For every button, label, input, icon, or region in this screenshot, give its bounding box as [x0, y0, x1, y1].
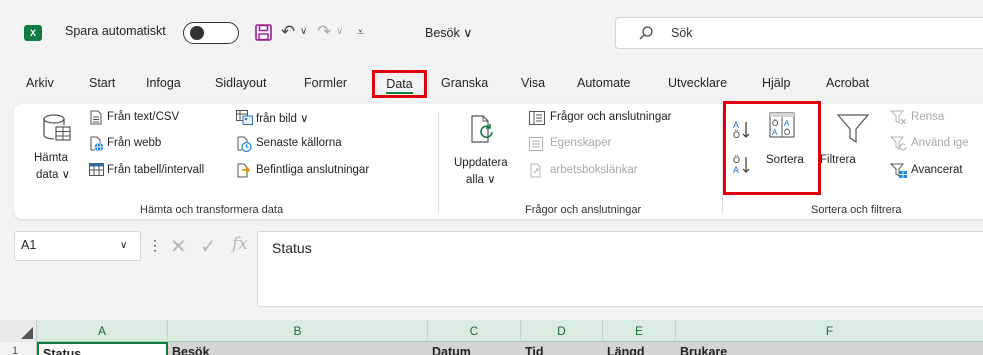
autosave-label: Spara automatiskt	[65, 24, 166, 38]
existing-connections-icon	[237, 163, 251, 178]
group-separator	[438, 112, 439, 214]
column-headers: A B C D E F	[0, 320, 983, 342]
formula-content: Status	[272, 240, 312, 256]
undo-icon[interactable]: ↶	[281, 19, 295, 45]
more-options-icon[interactable]: ⋮	[148, 237, 162, 254]
properties-button[interactable]: Egenskaper	[550, 137, 611, 149]
cell-a1[interactable]: Status	[37, 342, 168, 355]
select-all-button[interactable]	[0, 320, 37, 342]
row-header-1[interactable]: 1	[0, 342, 37, 355]
cell-f1[interactable]: Brukare	[676, 342, 983, 355]
queries-connections-icon	[529, 111, 545, 125]
group-label-queries: Frågor och anslutningar	[525, 204, 642, 216]
reapply-button[interactable]: Använd ige	[911, 137, 969, 149]
excel-icon: X	[24, 25, 42, 41]
ribbon: Hämta data ∨ Från text/CSV Från webb Frå…	[14, 104, 983, 219]
chevron-down-icon[interactable]: ∨	[120, 240, 127, 251]
search-icon	[639, 26, 653, 40]
spreadsheet-grid: A B C D E F 1 Status Besök Datum Tid Län…	[0, 320, 983, 355]
table-row: 1 Status Besök Datum Tid Längd Brukare	[0, 342, 983, 355]
formula-input[interactable]: Status	[257, 231, 983, 307]
undo-dropdown-icon[interactable]: ∨	[300, 19, 307, 45]
advanced-filter-icon	[890, 163, 907, 178]
text-file-icon	[90, 110, 102, 125]
recent-sources-button[interactable]: Senaste källorna	[256, 137, 342, 149]
insert-function-icon[interactable]: fx	[232, 234, 248, 254]
queries-connections-button[interactable]: Frågor och anslutningar	[550, 111, 671, 123]
tab-hjalp[interactable]: Hjälp	[762, 76, 791, 90]
title-bar: X Spara automatiskt ↶ ∨ ↷ ∨ ⩡ Besök ∨ Sö…	[0, 0, 983, 52]
cancel-icon[interactable]: ✕	[170, 234, 187, 259]
clear-filter-icon	[890, 110, 907, 125]
autosave-toggle[interactable]	[183, 22, 239, 44]
customize-qat-icon[interactable]: ⩡	[357, 19, 364, 45]
database-icon	[43, 114, 71, 141]
refresh-all-button[interactable]: Uppdatera	[454, 157, 508, 169]
clear-filter-button[interactable]: Rensa	[911, 111, 944, 123]
search-placeholder: Sök	[671, 26, 693, 40]
cell-e1[interactable]: Längd	[603, 342, 676, 355]
from-picture-button[interactable]: från bild ∨	[256, 111, 309, 125]
tab-granska[interactable]: Granska	[441, 76, 488, 90]
get-data-dropdown[interactable]: data ∨	[36, 167, 70, 181]
column-header-f[interactable]: F	[676, 320, 983, 342]
cell-b1[interactable]: Besök	[168, 342, 428, 355]
properties-icon	[529, 137, 543, 151]
cell-c1[interactable]: Datum	[428, 342, 521, 355]
tab-infoga[interactable]: Infoga	[146, 76, 181, 90]
refresh-all-icon	[471, 115, 493, 143]
workbook-links-button[interactable]: arbetsbokslänkar	[550, 164, 638, 176]
existing-connections-button[interactable]: Befintliga anslutningar	[256, 164, 369, 176]
tab-arkiv[interactable]: Arkiv	[26, 76, 54, 90]
advanced-filter-button[interactable]: Avancerat	[911, 164, 963, 176]
workbook-links-icon	[530, 163, 541, 178]
toggle-knob	[190, 26, 204, 40]
from-picture-icon	[236, 110, 253, 125]
from-table-range-button[interactable]: Från tabell/intervall	[107, 164, 204, 176]
refresh-all-dropdown[interactable]: alla ∨	[466, 172, 496, 186]
tab-acrobat[interactable]: Acrobat	[826, 76, 869, 90]
ribbon-tabs: Arkiv Start Infoga Sidlayout Formler Dat…	[0, 70, 983, 100]
tab-automate[interactable]: Automate	[577, 76, 631, 90]
table-icon	[89, 163, 104, 176]
column-header-d[interactable]: D	[521, 320, 603, 342]
tab-visa[interactable]: Visa	[521, 76, 545, 90]
column-header-c[interactable]: C	[428, 320, 521, 342]
recent-sources-icon	[237, 136, 252, 152]
column-header-e[interactable]: E	[603, 320, 676, 342]
search-box[interactable]: Sök	[615, 17, 983, 49]
from-web-button[interactable]: Från webb	[107, 137, 161, 149]
name-box[interactable]: A1 ∨	[14, 231, 141, 261]
enter-icon[interactable]: ✓	[200, 234, 217, 259]
sort-highlight-box	[723, 101, 821, 195]
redo-icon[interactable]: ↷	[317, 19, 331, 45]
column-header-a[interactable]: A	[37, 320, 168, 342]
cell-d1[interactable]: Tid	[521, 342, 603, 355]
tab-sidlayout[interactable]: Sidlayout	[215, 76, 266, 90]
tab-data[interactable]: Data	[372, 70, 427, 98]
group-label-get-transform: Hämta och transformera data	[140, 204, 284, 216]
select-all-icon	[21, 327, 33, 339]
get-data-button[interactable]: Hämta	[34, 152, 68, 164]
web-icon	[90, 136, 104, 152]
group-label-sort-filter: Sortera och filtrera	[811, 204, 902, 216]
from-text-csv-button[interactable]: Från text/CSV	[107, 111, 179, 123]
filter-button[interactable]: Filtrera	[820, 154, 856, 166]
save-icon[interactable]	[255, 19, 273, 45]
column-header-b[interactable]: B	[168, 320, 428, 342]
tab-utvecklare[interactable]: Utvecklare	[668, 76, 727, 90]
tab-start[interactable]: Start	[89, 76, 115, 90]
name-box-value: A1	[21, 238, 37, 252]
tab-formler[interactable]: Formler	[304, 76, 347, 90]
redo-dropdown-icon[interactable]: ∨	[336, 19, 343, 45]
filter-icon	[836, 114, 870, 144]
reapply-icon	[890, 136, 907, 151]
document-name[interactable]: Besök ∨	[425, 25, 472, 40]
